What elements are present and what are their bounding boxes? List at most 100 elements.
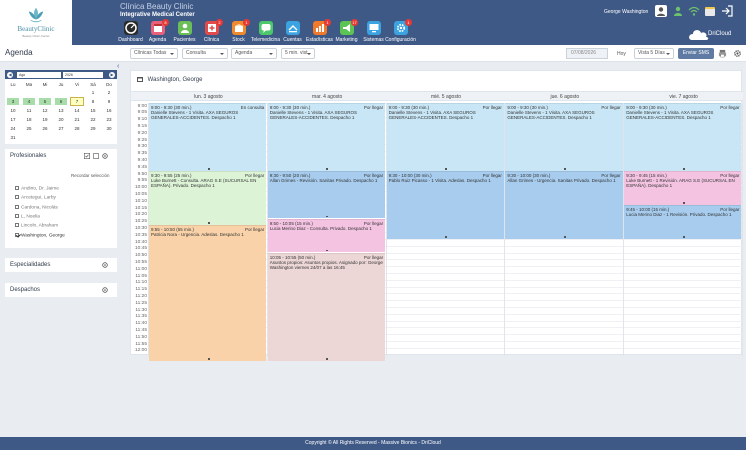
appointment[interactable]: 9:30 - 9:55 (25 min.) Por llegar Luke Burn… (149, 171, 267, 225)
mini-calendar-day[interactable]: 12 (39, 107, 51, 114)
resize-handle-icon[interactable] (445, 236, 448, 238)
day-header[interactable]: vie. 7 agosto (624, 94, 743, 100)
resize-handle-icon[interactable] (682, 202, 685, 204)
mini-calendar-day[interactable]: 15 (87, 107, 99, 114)
appointment[interactable]: 9:30 - 10:00 (30 min.) Por llegar Pablo Ru… (386, 171, 504, 239)
nav-marketing[interactable]: Marketing 17 (334, 19, 359, 45)
checkbox-icon[interactable] (15, 213, 19, 218)
gear-icon[interactable] (733, 49, 742, 58)
day-header[interactable]: jue. 6 agosto (505, 94, 624, 100)
mini-calendar-day[interactable]: 22 (87, 116, 99, 123)
resize-handle-icon[interactable] (326, 249, 329, 252)
schedule-grid[interactable]: 9:00 9:05 9:10 9:15 9:20 9:25 9:30 9:35 9:40 9:45… (131, 103, 743, 361)
type-select[interactable]: Consulta (182, 48, 228, 59)
day-header[interactable]: mié. 5 agosto (387, 94, 506, 100)
appointment[interactable]: 9:00 - 9:30 (30 min.) Por llegar Danielle … (624, 103, 742, 171)
professional-checkbox[interactable]: Arcetegui, Larby (15, 195, 56, 201)
mini-calendar-day[interactable]: 16 (103, 107, 115, 114)
resize-handle-icon[interactable] (326, 358, 329, 360)
nav-agenda[interactable]: Agenda 8 (145, 19, 170, 45)
resize-handle-icon[interactable] (682, 236, 685, 238)
mini-calendar-day[interactable]: 28 (71, 125, 83, 132)
mini-calendar-day[interactable]: 27 (55, 125, 67, 132)
mini-calendar-day[interactable]: 7 (70, 97, 84, 106)
resize-handle-icon[interactable] (326, 215, 329, 218)
edit-icon[interactable] (84, 153, 91, 160)
mini-calendar-day[interactable]: 18 (23, 116, 35, 123)
despachos-settings-icon[interactable] (102, 287, 108, 293)
nav-dashboard[interactable]: Dashboard (118, 21, 143, 45)
mini-calendar-day[interactable]: 1 (87, 89, 99, 96)
resize-handle-icon[interactable] (207, 168, 210, 170)
appointment[interactable]: 10:05 - 10:55 (50 min.) Por llegar Asuntos… (267, 252, 386, 361)
checkbox-icon[interactable] (15, 223, 19, 228)
checkbox-icon[interactable] (15, 204, 19, 209)
nav-telemedicine[interactable]: Telemedicina (251, 21, 280, 45)
mini-calendar-day[interactable]: 30 (103, 125, 115, 132)
mini-calendar-day[interactable]: 31 (7, 134, 19, 141)
center-name[interactable]: Integrative Medical Center (120, 12, 195, 18)
day-header[interactable]: mar. 4 agosto (268, 94, 387, 100)
user-name[interactable]: George Washington (604, 9, 648, 15)
nav-patients[interactable]: Pacientes (172, 21, 197, 45)
professional-checkbox[interactable]: Cardona, Nicolás (15, 204, 58, 210)
checkbox-icon[interactable] (15, 232, 19, 237)
mini-calendar-day[interactable]: 5 (39, 98, 51, 105)
mini-calendar-day[interactable]: 13 (55, 107, 67, 114)
nav-clinic[interactable]: Clínica 2 (199, 19, 224, 45)
month-select[interactable]: Ago (17, 71, 61, 78)
appointment[interactable]: 9:55 - 10:50 (55 min.) Por llegar Patricia… (149, 225, 267, 361)
resize-handle-icon[interactable] (445, 168, 448, 170)
brand-logo[interactable]: BeautyClinic Beauty Clinic Center (0, 0, 72, 45)
mini-calendar-day[interactable]: 20 (55, 116, 67, 123)
prev-month-icon[interactable]: ◀ (7, 71, 13, 78)
checkbox-icon[interactable] (15, 186, 19, 190)
send-sms-button[interactable]: Enviar SMS (678, 48, 714, 59)
clinic-select[interactable]: Clínicas Todas (130, 48, 178, 59)
mini-calendar-day[interactable]: 8 (87, 98, 99, 105)
view-select[interactable]: Agenda (231, 48, 277, 59)
resize-handle-icon[interactable] (326, 168, 329, 170)
appointment[interactable]: 9:30 - 10:00 (30 min.) Por llegar Allan Gr… (505, 171, 623, 239)
print-icon[interactable] (718, 49, 727, 58)
mini-calendar-day[interactable]: 17 (7, 116, 19, 123)
appointment[interactable]: 9:50 - 10:05 (15 min.) Por llegar Lucia Me… (267, 218, 386, 253)
resize-handle-icon[interactable] (207, 222, 210, 224)
mini-calendar-day[interactable]: 9 (103, 98, 115, 105)
interval-select[interactable]: 5 min. vist (281, 48, 315, 59)
nav-accounts[interactable]: Cuentas (280, 21, 305, 45)
mini-calendar-day[interactable]: 3 (7, 98, 19, 105)
appointment[interactable]: 9:30 - 9:45 (15 min.) Por llegar Luke Burn… (624, 171, 742, 205)
appointment[interactable]: 9:00 - 9:30 (30 min.) Por llegar Danielle … (386, 103, 504, 171)
nav-systems[interactable]: Sistemas (361, 21, 386, 45)
resize-handle-icon[interactable] (564, 168, 567, 170)
next-month-icon[interactable]: ▶ (109, 71, 115, 78)
professional-checkbox[interactable]: Andino, Dr. Jaime (15, 186, 59, 192)
date-input[interactable]: 07/08/2026 (566, 48, 608, 59)
logout-icon[interactable] (721, 5, 733, 17)
appointment[interactable]: 9:00 - 9:30 (30 min.) En consulta Danielle… (149, 103, 267, 171)
mini-calendar-day[interactable]: 11 (23, 107, 35, 114)
checkbox-icon[interactable] (15, 195, 19, 200)
appointment[interactable]: 9:00 - 9:30 (30 min.) Por llegar Danielle … (505, 103, 623, 171)
professional-checkbox[interactable]: Washington, George (15, 232, 65, 238)
resize-handle-icon[interactable] (207, 358, 210, 360)
users-icon[interactable] (672, 5, 684, 17)
mini-calendar-day[interactable]: 23 (103, 116, 115, 123)
days-view-select[interactable]: Vista 5 Días (634, 48, 674, 59)
clinic-name[interactable]: Clínica Beauty Clinic (120, 2, 193, 11)
messages-icon[interactable] (704, 5, 716, 17)
user-avatar-icon[interactable] (655, 5, 667, 17)
mini-calendar-day[interactable]: 26 (39, 125, 51, 132)
remember-selection-link[interactable]: Recordar selección (71, 173, 110, 178)
mini-calendar-day[interactable]: 21 (71, 116, 83, 123)
settings-small-icon[interactable] (102, 153, 108, 159)
collapse-sidebar-icon[interactable]: ‹ (117, 63, 119, 70)
day-header[interactable]: lun. 3 agosto (149, 94, 268, 100)
wifi-icon[interactable] (688, 5, 700, 17)
professional-checkbox[interactable]: Lincoln, Abraham (15, 223, 58, 229)
mini-calendar-day[interactable]: 19 (39, 116, 51, 123)
mini-calendar-day[interactable]: 24 (7, 125, 19, 132)
year-select[interactable]: 2026 (63, 71, 103, 78)
appointment[interactable]: 9:00 - 9:30 (30 min.) Por llegar Danielle … (267, 103, 386, 171)
